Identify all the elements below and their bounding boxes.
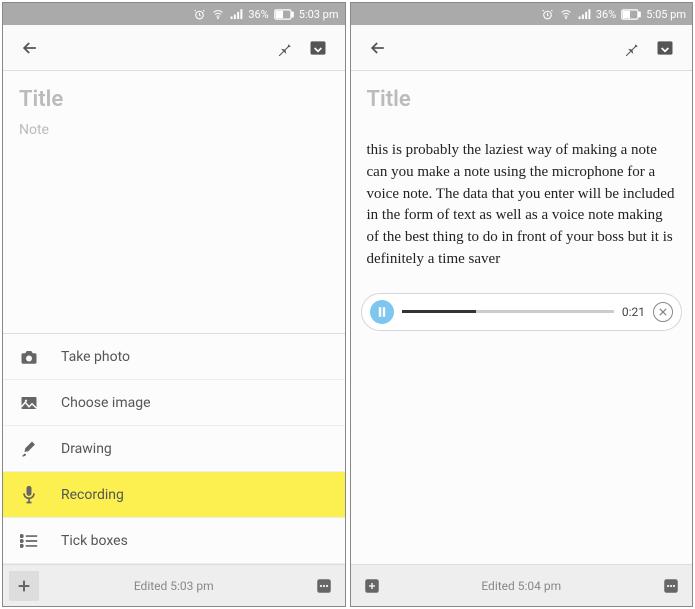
battery-text: 36% <box>248 8 268 21</box>
pause-button[interactable] <box>370 300 394 324</box>
note-editor: Title <box>351 71 693 126</box>
attach-drawing[interactable]: Drawing <box>3 426 345 472</box>
phone-right: 36% 5:05 pm Title this is probably the l… <box>350 2 694 607</box>
attach-tick-boxes[interactable]: Tick boxes <box>3 518 345 564</box>
content-spacer <box>351 331 693 565</box>
list-icon <box>19 534 39 548</box>
title-input[interactable]: Title <box>367 87 677 112</box>
edited-text: Edited 5:03 pm <box>39 579 309 593</box>
archive-button[interactable] <box>648 31 682 65</box>
app-bar <box>3 25 345 71</box>
clock-text: 5:05 pm <box>646 8 686 21</box>
attach-label: Choose image <box>61 395 151 411</box>
audio-progress-fill <box>402 310 476 313</box>
battery-icon <box>274 9 294 20</box>
more-button[interactable] <box>656 571 686 601</box>
wifi-icon <box>559 8 573 20</box>
image-icon <box>19 395 39 411</box>
delete-audio-button[interactable] <box>653 302 673 322</box>
alarm-icon <box>541 8 554 21</box>
app-bar <box>351 25 693 71</box>
brush-icon <box>19 440 39 458</box>
add-button[interactable] <box>357 571 387 601</box>
battery-icon <box>621 9 641 20</box>
attach-label: Drawing <box>61 441 112 457</box>
pin-button[interactable] <box>614 31 648 65</box>
signal-icon <box>230 9 243 20</box>
battery-text: 36% <box>596 8 616 21</box>
attach-menu: Take photo Choose image Drawing Recordin… <box>3 333 345 564</box>
more-button[interactable] <box>309 571 339 601</box>
attach-take-photo[interactable]: Take photo <box>3 334 345 380</box>
wifi-icon <box>211 8 225 20</box>
status-bar: 36% 5:03 pm <box>3 3 345 25</box>
back-button[interactable] <box>13 31 47 65</box>
back-button[interactable] <box>361 31 395 65</box>
signal-icon <box>578 9 591 20</box>
edited-text: Edited 5:04 pm <box>387 579 657 593</box>
archive-button[interactable] <box>301 31 335 65</box>
phone-left: 36% 5:03 pm Title Note Take photo Choose… <box>2 2 346 607</box>
audio-progress[interactable] <box>402 310 614 313</box>
attach-label: Tick boxes <box>61 533 128 549</box>
status-bar: 36% 5:05 pm <box>351 3 693 25</box>
mic-icon <box>19 485 39 505</box>
pin-button[interactable] <box>267 31 301 65</box>
attach-recording[interactable]: Recording <box>3 472 345 518</box>
clock-text: 5:03 pm <box>299 8 339 21</box>
attach-label: Recording <box>61 487 124 503</box>
audio-time: 0:21 <box>622 305 645 319</box>
note-input[interactable]: Note <box>19 122 329 138</box>
audio-player: 0:21 <box>361 293 683 331</box>
note-body[interactable]: this is probably the laziest way of maki… <box>351 126 693 277</box>
content-spacer <box>3 142 345 333</box>
camera-icon <box>19 349 39 365</box>
note-editor: Title Note <box>3 71 345 142</box>
bottom-bar: Edited 5:03 pm <box>3 564 345 606</box>
bottom-bar: Edited 5:04 pm <box>351 564 693 606</box>
title-input[interactable]: Title <box>19 87 329 112</box>
attach-choose-image[interactable]: Choose image <box>3 380 345 426</box>
add-button[interactable] <box>9 571 39 601</box>
alarm-icon <box>193 8 206 21</box>
attach-label: Take photo <box>61 349 130 365</box>
